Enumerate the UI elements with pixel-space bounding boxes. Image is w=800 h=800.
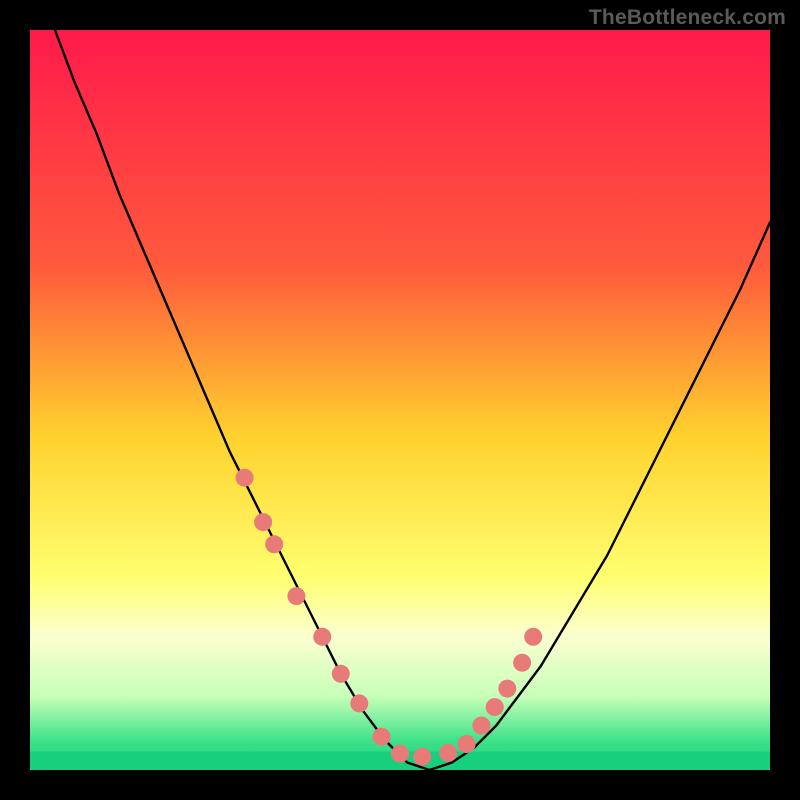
chart-frame: TheBottleneck.com: [0, 0, 800, 800]
marker-dot: [472, 717, 490, 735]
chart-svg: [30, 30, 770, 770]
plot-area: [30, 30, 770, 770]
marker-dot: [486, 698, 504, 716]
marker-dot: [350, 694, 368, 712]
marker-dot: [458, 735, 476, 753]
gradient-background: [30, 30, 770, 770]
marker-dot: [313, 628, 331, 646]
marker-dot: [513, 654, 531, 672]
marker-dot: [391, 745, 409, 763]
marker-dot: [265, 535, 283, 553]
marker-dot: [236, 469, 254, 487]
marker-dot: [332, 665, 350, 683]
marker-dot: [439, 744, 457, 762]
marker-dot: [524, 628, 542, 646]
marker-dot: [287, 587, 305, 605]
marker-dot: [498, 680, 516, 698]
watermark-text: TheBottleneck.com: [589, 6, 786, 30]
marker-dot: [254, 513, 272, 531]
marker-dot: [373, 728, 391, 746]
marker-dot: [413, 748, 431, 766]
